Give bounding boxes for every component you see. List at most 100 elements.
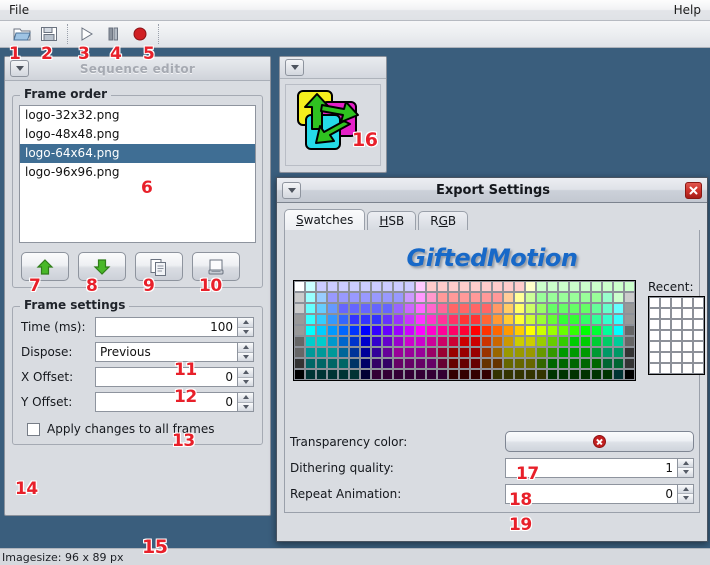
recent-swatch[interactable] (693, 330, 704, 341)
recent-swatch[interactable] (682, 319, 693, 330)
color-swatch[interactable] (404, 281, 415, 292)
color-swatch[interactable] (382, 314, 393, 325)
color-swatch[interactable] (294, 281, 305, 292)
transparency-color-button[interactable] (505, 431, 694, 452)
color-swatch[interactable] (514, 336, 525, 347)
color-swatch[interactable] (481, 358, 492, 369)
color-swatch[interactable] (525, 336, 536, 347)
color-swatch[interactable] (338, 292, 349, 303)
dialog-titlebar[interactable]: Export Settings (277, 178, 707, 203)
color-swatch[interactable] (569, 303, 580, 314)
color-swatch[interactable] (602, 347, 613, 358)
color-swatch[interactable] (349, 369, 360, 380)
color-swatch[interactable] (426, 358, 437, 369)
color-swatch[interactable] (382, 303, 393, 314)
color-swatch[interactable] (525, 347, 536, 358)
color-swatch[interactable] (338, 281, 349, 292)
color-swatch[interactable] (470, 303, 481, 314)
color-swatch[interactable] (569, 369, 580, 380)
color-swatch[interactable] (547, 325, 558, 336)
color-swatch[interactable] (415, 336, 426, 347)
color-swatch[interactable] (349, 347, 360, 358)
color-swatch[interactable] (360, 347, 371, 358)
color-swatch[interactable] (492, 292, 503, 303)
color-swatch[interactable] (591, 347, 602, 358)
color-swatch[interactable] (591, 369, 602, 380)
color-swatch[interactable] (294, 358, 305, 369)
recent-swatch[interactable] (660, 341, 671, 352)
color-swatch[interactable] (536, 347, 547, 358)
color-swatch[interactable] (459, 336, 470, 347)
stepper-up[interactable] (238, 393, 253, 403)
recent-swatch[interactable] (649, 330, 660, 341)
color-swatch[interactable] (393, 292, 404, 303)
recent-swatch[interactable] (660, 308, 671, 319)
color-swatch[interactable] (624, 369, 635, 380)
color-swatch[interactable] (492, 281, 503, 292)
color-swatch[interactable] (305, 358, 316, 369)
color-swatch[interactable] (316, 347, 327, 358)
color-swatch[interactable] (415, 347, 426, 358)
color-swatch[interactable] (360, 358, 371, 369)
color-swatch[interactable] (580, 325, 591, 336)
color-swatch[interactable] (591, 303, 602, 314)
color-swatch[interactable] (327, 336, 338, 347)
color-swatch[interactable] (415, 314, 426, 325)
color-swatch[interactable] (448, 336, 459, 347)
stepper-up[interactable] (678, 485, 693, 495)
stepper-down[interactable] (238, 403, 253, 412)
color-swatch[interactable] (613, 347, 624, 358)
color-swatch[interactable] (492, 325, 503, 336)
color-swatch[interactable] (624, 325, 635, 336)
color-swatch[interactable] (547, 336, 558, 347)
color-swatch[interactable] (558, 281, 569, 292)
color-swatch[interactable] (371, 314, 382, 325)
color-swatch[interactable] (459, 358, 470, 369)
color-swatch[interactable] (470, 369, 481, 380)
list-item[interactable]: logo-96x96.png (20, 163, 255, 182)
tab-rgb[interactable]: RGB (418, 211, 468, 230)
color-swatch[interactable] (371, 292, 382, 303)
color-swatch[interactable] (481, 336, 492, 347)
color-swatch[interactable] (316, 325, 327, 336)
color-swatch[interactable] (558, 369, 569, 380)
color-swatch[interactable] (481, 325, 492, 336)
color-swatch[interactable] (602, 369, 613, 380)
color-swatch[interactable] (481, 292, 492, 303)
color-swatch[interactable] (613, 292, 624, 303)
color-swatch[interactable] (437, 281, 448, 292)
color-swatch[interactable] (338, 314, 349, 325)
color-swatch[interactable] (459, 347, 470, 358)
color-swatch[interactable] (492, 358, 503, 369)
color-swatch[interactable] (492, 314, 503, 325)
color-swatch[interactable] (448, 325, 459, 336)
color-swatch[interactable] (580, 336, 591, 347)
color-swatch[interactable] (349, 281, 360, 292)
color-swatch[interactable] (558, 292, 569, 303)
color-swatch[interactable] (316, 281, 327, 292)
move-down-button[interactable] (78, 252, 126, 281)
color-swatch[interactable] (448, 314, 459, 325)
recent-swatch[interactable] (649, 363, 660, 374)
color-swatch[interactable] (580, 358, 591, 369)
color-swatch[interactable] (536, 303, 547, 314)
recent-swatch[interactable] (671, 319, 682, 330)
color-swatch[interactable] (360, 336, 371, 347)
color-swatch[interactable] (580, 303, 591, 314)
color-swatch[interactable] (459, 314, 470, 325)
color-swatch[interactable] (525, 325, 536, 336)
color-swatch[interactable] (338, 369, 349, 380)
color-swatch[interactable] (437, 347, 448, 358)
color-swatch[interactable] (602, 314, 613, 325)
color-swatch[interactable] (547, 369, 558, 380)
color-swatch[interactable] (437, 336, 448, 347)
color-swatch[interactable] (404, 369, 415, 380)
list-item[interactable]: logo-32x32.png (20, 106, 255, 125)
color-swatch[interactable] (503, 325, 514, 336)
color-swatch[interactable] (624, 314, 635, 325)
stepper-down[interactable] (238, 353, 253, 362)
color-swatch[interactable] (404, 314, 415, 325)
record-button[interactable] (128, 23, 152, 45)
color-swatch[interactable] (426, 303, 437, 314)
save-export-button[interactable] (37, 23, 61, 45)
